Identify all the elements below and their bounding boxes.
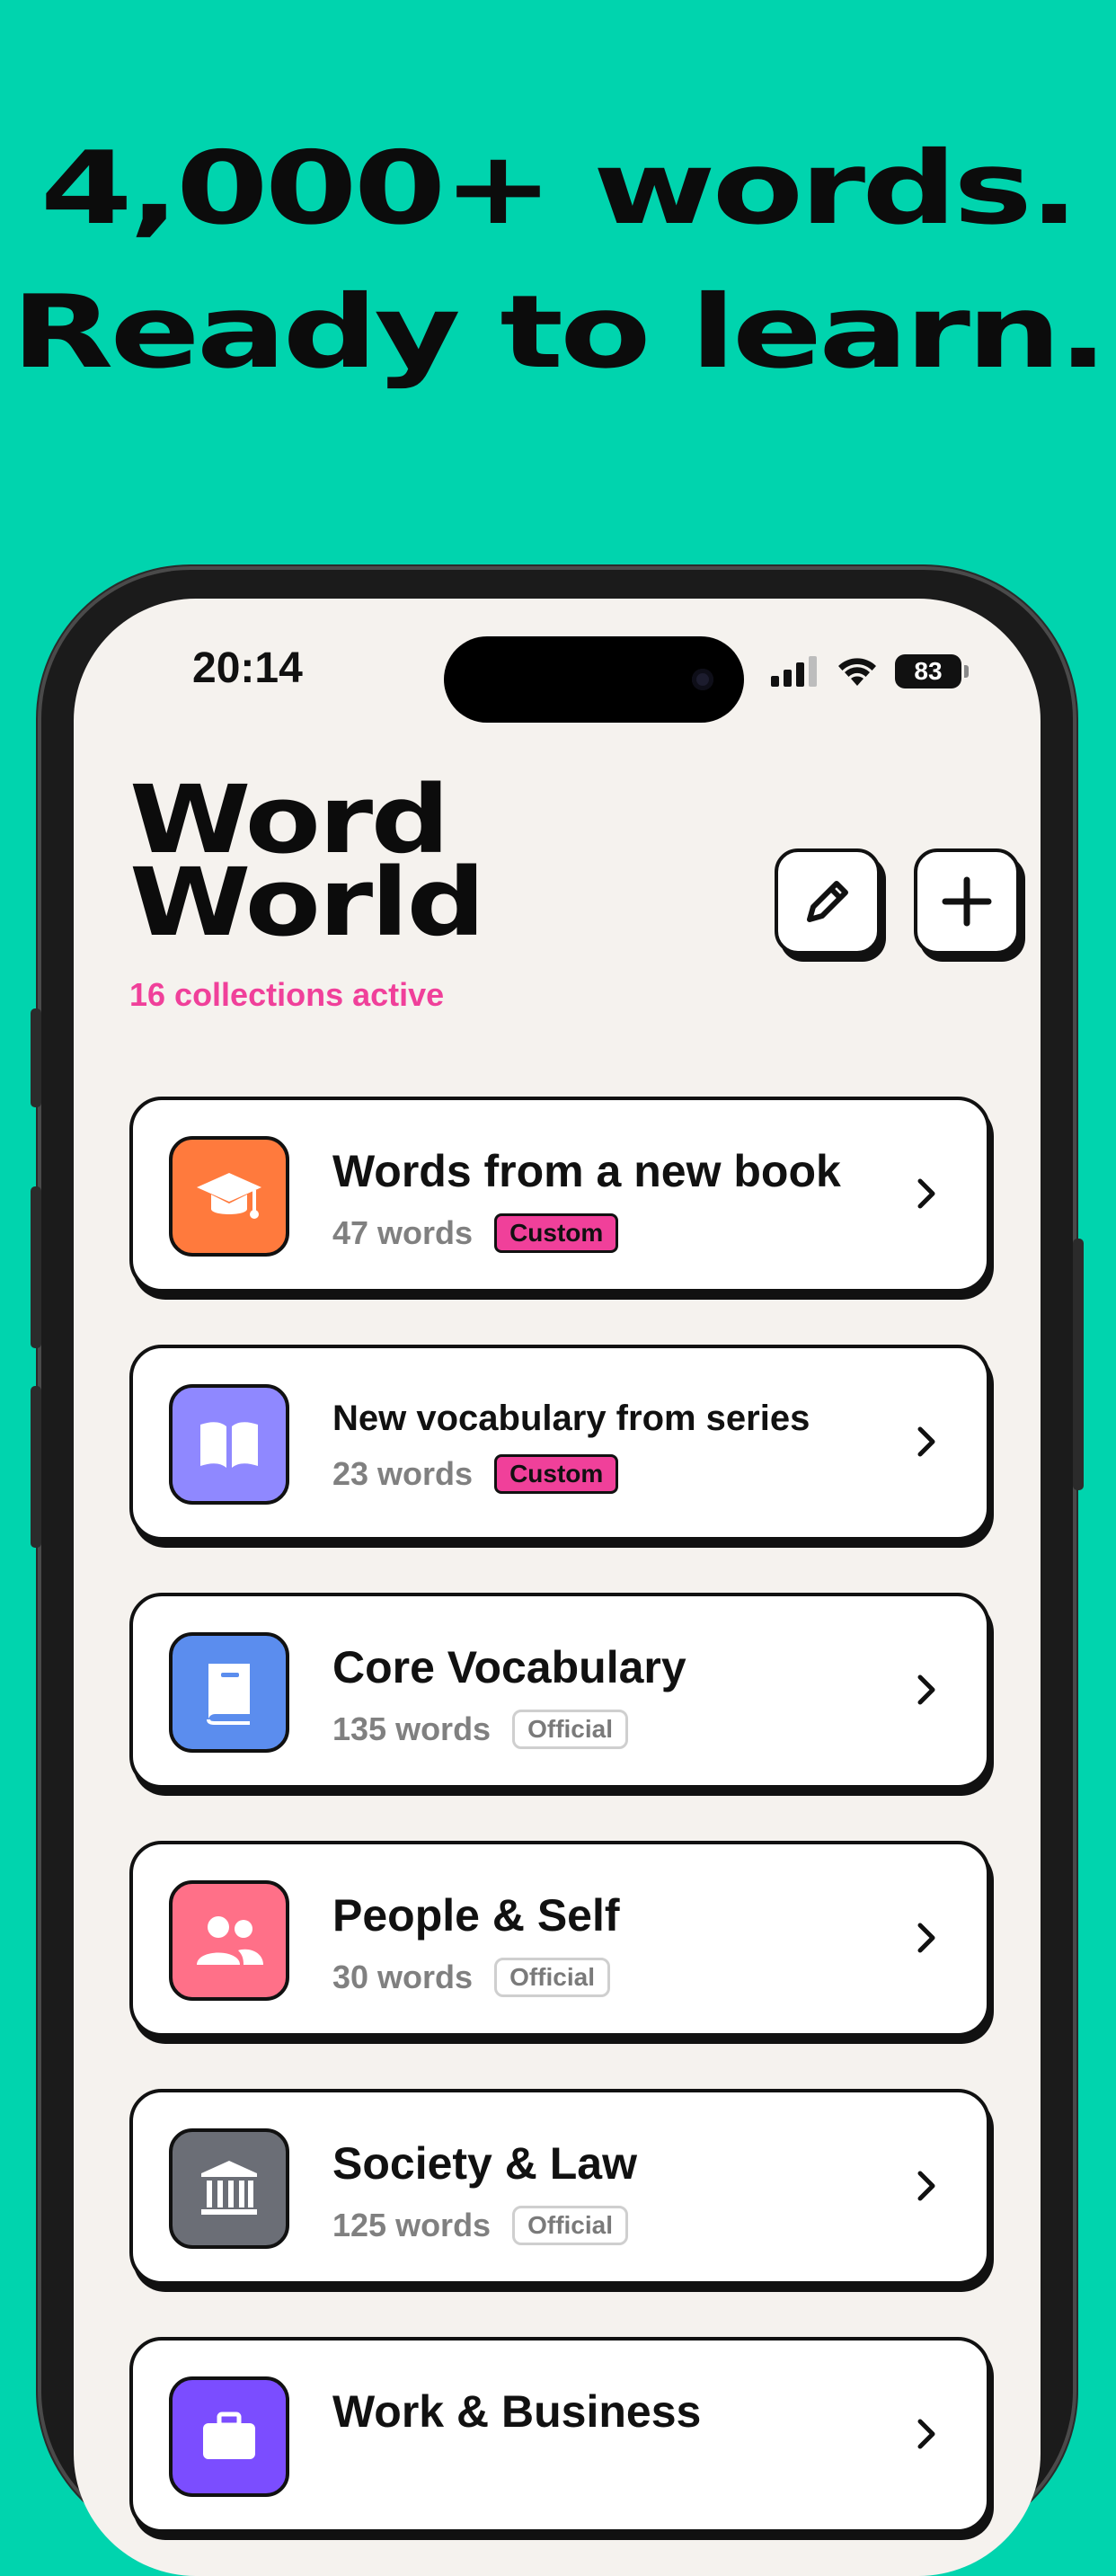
- people-icon: [197, 1916, 263, 1965]
- briefcase-icon: [203, 2412, 255, 2459]
- headline-line-1: 4,000+ words.: [40, 130, 1080, 247]
- battery-indicator: 83: [895, 654, 969, 688]
- signal-icon: [771, 656, 817, 687]
- collection-meta: 125 words Official: [332, 2206, 629, 2245]
- custom-badge: Custom: [494, 1454, 619, 1494]
- edit-button[interactable]: [775, 848, 881, 955]
- official-badge: Official: [512, 2206, 629, 2245]
- collection-card[interactable]: Words from a new book 47 words Custom: [129, 1097, 990, 1292]
- collection-meta: 23 words Custom: [332, 1454, 619, 1494]
- custom-badge: Custom: [494, 1213, 619, 1253]
- collection-card[interactable]: People & Self 30 words Official: [129, 1841, 990, 2037]
- phone-screen: 20:14 83 Word World 16 collections activ…: [74, 599, 1041, 2576]
- word-count: 125 words: [332, 2207, 492, 2243]
- open-book-icon: [200, 1422, 258, 1468]
- chevron-right-icon: [917, 1674, 935, 1705]
- chevron-right-icon: [917, 1178, 935, 1209]
- collection-icon-tile: [169, 1136, 289, 1257]
- collection-meta: 47 words Custom: [332, 1213, 619, 1253]
- collection-icon-tile: [169, 1880, 289, 2001]
- collection-meta: 135 words Official: [332, 1710, 629, 1749]
- collection-card[interactable]: Society & Law 125 words Official: [129, 2089, 990, 2285]
- book-icon: [207, 1664, 250, 1725]
- collection-title: New vocabulary from series: [332, 1399, 810, 1438]
- wifi-icon: [838, 658, 876, 686]
- phone-frame: 20:14 83 Word World 16 collections activ…: [31, 566, 1084, 2576]
- collection-title: Work & Business: [332, 2386, 702, 2437]
- status-time: 20:14: [192, 644, 303, 692]
- action-button: [31, 1008, 41, 1107]
- power-button: [1073, 1239, 1084, 1490]
- collection-title: Core Vocabulary: [332, 1642, 686, 1692]
- app-title: Word World: [129, 773, 485, 957]
- official-badge: Official: [494, 1958, 610, 1997]
- promo-headline: 4,000+ words. Ready to learn.: [0, 117, 1116, 404]
- collection-icon-tile: [169, 2376, 289, 2497]
- headline-line-2: Ready to learn.: [11, 274, 1109, 391]
- chevron-right-icon: [917, 2171, 935, 2201]
- chevron-right-icon: [917, 1426, 935, 1457]
- camera-icon: [692, 669, 713, 690]
- collection-icon-tile: [169, 2128, 289, 2249]
- collections-count: 16 collections active: [129, 976, 445, 1013]
- word-count: 30 words: [332, 1959, 474, 1995]
- add-collection-button[interactable]: [914, 848, 1020, 955]
- status-icons: 83: [771, 654, 969, 688]
- graduation-cap-icon: [197, 1173, 261, 1219]
- collection-icon-tile: [169, 1384, 289, 1505]
- app-title-line-2: World: [129, 848, 485, 957]
- official-badge: Official: [512, 1710, 629, 1749]
- word-count: 135 words: [332, 1710, 492, 1747]
- volume-up-button: [31, 1186, 41, 1348]
- collection-title: Words from a new book: [332, 1146, 841, 1196]
- collection-meta: 30 words Official: [332, 1958, 610, 1997]
- collection-card[interactable]: Core Vocabulary 135 words Official: [129, 1593, 990, 1789]
- word-count: 47 words: [332, 1214, 474, 1251]
- courthouse-icon: [201, 2161, 257, 2215]
- collection-title: Society & Law: [332, 2138, 637, 2189]
- dynamic-island: [444, 636, 744, 723]
- collection-card[interactable]: Work & Business: [129, 2337, 990, 2533]
- pencil-icon: [807, 881, 848, 922]
- collections-list: Words from a new book 47 words Custom Ne…: [129, 1097, 990, 2576]
- collection-icon-tile: [169, 1632, 289, 1753]
- plus-icon: [942, 876, 992, 927]
- chevron-right-icon: [917, 1923, 935, 1953]
- chevron-right-icon: [917, 2419, 935, 2449]
- collection-card[interactable]: New vocabulary from series 23 words Cust…: [129, 1345, 990, 1541]
- volume-down-button: [31, 1386, 41, 1548]
- word-count: 23 words: [332, 1455, 474, 1492]
- collection-title: People & Self: [332, 1890, 620, 1941]
